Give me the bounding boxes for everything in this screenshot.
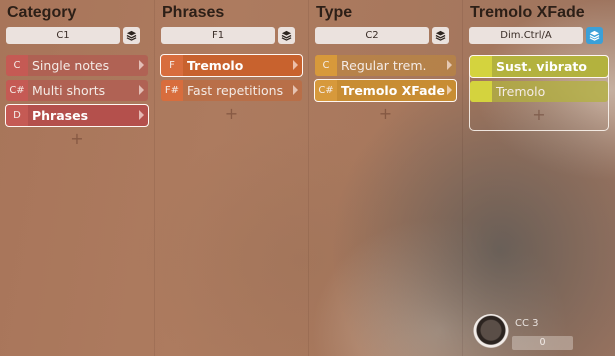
add-articulation-button[interactable]: + (6, 130, 148, 148)
articulation-label: Fast repetitions (187, 83, 284, 98)
color-swatch (470, 81, 492, 102)
articulation-list: C Single notes C# Multi shorts D Phrases… (5, 55, 149, 148)
controller-selector[interactable]: Dim.Ctrl/A (469, 26, 583, 44)
keyswitch-selector[interactable]: F1 (161, 26, 275, 44)
selector-row: C2 (315, 26, 456, 44)
layers-icon[interactable] (432, 26, 449, 44)
articulation-label: Tremolo (187, 58, 244, 73)
layers-icon[interactable] (278, 26, 295, 44)
xfade-group: Sust. vibrato Tremolo + (469, 55, 609, 131)
xfade-column: Tremolo XFade Dim.Ctrl/A Sust. vibrato T… (462, 0, 615, 356)
knob-icon[interactable] (473, 314, 509, 350)
cc-label: CC 3 (515, 318, 539, 329)
chevron-right-icon (293, 85, 298, 95)
color-swatch (470, 56, 492, 77)
chevron-right-icon (139, 110, 144, 120)
keyswitch-label: D (6, 105, 28, 126)
keyswitch-label: F# (161, 80, 183, 101)
keyswitch-label: F (161, 55, 183, 76)
articulation-list: C Regular trem. C# Tremolo XFade + (314, 55, 457, 123)
category-column: Category C1 C Single notes C# Multi shor… (0, 0, 154, 356)
column-title: Category (7, 4, 77, 21)
articulation-item[interactable]: C Single notes (6, 55, 148, 76)
chevron-right-icon (293, 60, 298, 70)
add-articulation-button[interactable]: + (315, 105, 456, 123)
column-title: Phrases (162, 4, 225, 21)
keyswitch-selector[interactable]: C1 (6, 26, 120, 44)
articulation-item-selected[interactable]: C# Tremolo XFade (314, 79, 457, 102)
keyswitch-label: C (6, 55, 28, 76)
keyswitch-label: C# (315, 80, 337, 101)
articulation-label: Tremolo (496, 84, 546, 99)
keyswitch-selector[interactable]: C2 (315, 26, 429, 44)
articulation-item[interactable]: Tremolo (470, 81, 608, 102)
add-articulation-button[interactable]: + (161, 105, 302, 123)
type-column: Type C2 C Regular trem. C# Tremolo XFade… (308, 0, 462, 356)
articulation-label: Tremolo XFade (341, 83, 445, 98)
articulation-item[interactable]: F# Fast repetitions (161, 80, 302, 101)
chevron-right-icon (447, 60, 452, 70)
selector-row: Dim.Ctrl/A (469, 26, 609, 44)
column-title: Tremolo XFade (470, 4, 585, 21)
chevron-right-icon (447, 85, 452, 95)
keyswitch-label: C (315, 55, 337, 76)
articulation-label: Phrases (32, 108, 89, 123)
articulation-list: Sust. vibrato Tremolo + (469, 55, 609, 131)
add-articulation-button[interactable]: + (470, 106, 608, 124)
chevron-right-icon (139, 85, 144, 95)
cc-value-field[interactable]: 0 (512, 336, 573, 350)
selector-row: F1 (161, 26, 302, 44)
articulation-list: F Tremolo F# Fast repetitions + (160, 54, 303, 123)
articulation-item[interactable]: C Regular trem. (315, 55, 456, 76)
chevron-right-icon (139, 60, 144, 70)
layers-icon[interactable] (586, 26, 603, 44)
column-title: Type (316, 4, 353, 21)
articulation-item-selected[interactable]: F Tremolo (160, 54, 303, 77)
articulation-label: Sust. vibrato (496, 59, 587, 74)
layers-icon[interactable] (123, 26, 140, 44)
phrases-column: Phrases F1 F Tremolo F# Fast repetitions… (154, 0, 308, 356)
articulation-label: Regular trem. (341, 58, 427, 73)
articulation-label: Single notes (32, 58, 110, 73)
articulation-item[interactable]: C# Multi shorts (6, 80, 148, 101)
articulation-item-selected[interactable]: D Phrases (5, 104, 149, 127)
articulation-label: Multi shorts (32, 83, 106, 98)
articulation-item-selected[interactable]: Sust. vibrato (469, 55, 609, 78)
selector-row: C1 (6, 26, 148, 44)
keyswitch-label: C# (6, 80, 28, 101)
